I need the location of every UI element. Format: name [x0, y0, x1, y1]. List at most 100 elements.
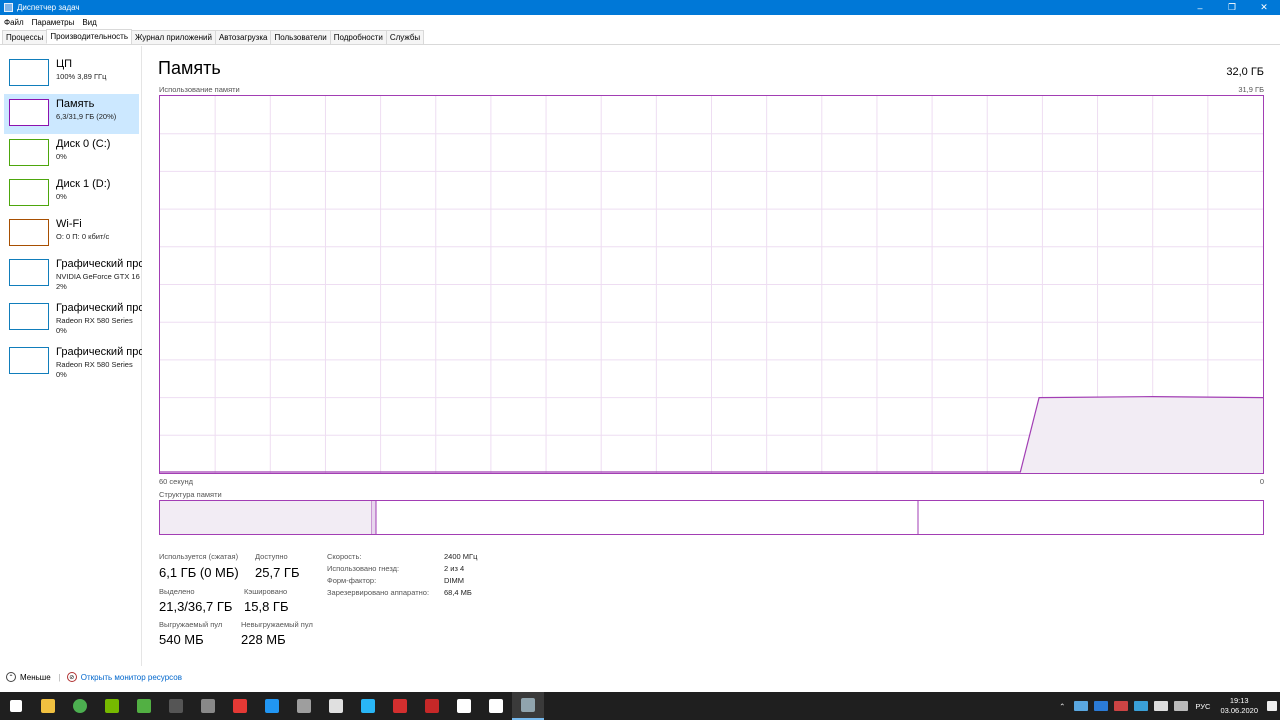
- sidebar-thumbnail-graph: [9, 139, 49, 166]
- sidebar-item-name: ЦП: [56, 58, 73, 70]
- red-app-icon[interactable]: [416, 692, 448, 720]
- committed-label: Выделено: [159, 587, 195, 596]
- system-tray: ⌃ РУС 19:13 03.06.2020: [1059, 692, 1280, 720]
- struct-in-use: [160, 501, 372, 534]
- reserved-label: Зарезервировано аппаратно:: [327, 588, 430, 597]
- page-title: Память: [158, 58, 221, 78]
- fewer-details-button[interactable]: Меньше: [20, 673, 51, 682]
- tab-bar: Процессы Производительность Журнал прило…: [0, 29, 1280, 45]
- game-icon[interactable]: [320, 692, 352, 720]
- menu-options[interactable]: Параметры: [32, 18, 75, 27]
- sidebar-item-name: Диск 0 (C:): [56, 138, 111, 150]
- tab-performance[interactable]: Производительность: [46, 29, 132, 44]
- sidebar-item-detail-line: Radeon RX 580 Series: [56, 316, 133, 325]
- tab-details[interactable]: Подробности: [329, 30, 387, 44]
- graph-max-label: 31,9 ГБ: [1238, 85, 1264, 94]
- sidebar-thumbnail-graph: [9, 259, 49, 286]
- tray-red-icon[interactable]: [1114, 701, 1129, 711]
- tab-services[interactable]: Службы: [385, 30, 425, 44]
- sidebar-item-3[interactable]: Диск 1 (D:) 0%: [4, 174, 139, 214]
- sidebar-item-detail-line: NVIDIA GeForce GTX 16: [56, 272, 140, 281]
- time-axis-label: 60 секунд: [159, 477, 193, 486]
- sidebar-item-6[interactable]: Графический про Radeon RX 580 Series 0%: [4, 298, 142, 338]
- tab-app-history[interactable]: Журнал приложений: [131, 30, 216, 44]
- sidebar-item-name: Графический про: [56, 302, 142, 314]
- sidebar-item-7[interactable]: Графический про Radeon RX 580 Series 0%: [4, 342, 142, 382]
- bluetooth-icon[interactable]: [1094, 701, 1109, 711]
- footer-divider: |: [58, 672, 61, 682]
- minimize-button[interactable]: –: [1184, 0, 1216, 15]
- sidebar-item-2[interactable]: Диск 0 (C:) 0%: [4, 134, 139, 174]
- resource-monitor-icon: ⊘: [66, 672, 77, 682]
- xbox-icon[interactable]: [128, 692, 160, 720]
- sidebar-item-detail-line: 0%: [56, 326, 67, 335]
- tab-startup[interactable]: Автозагрузка: [214, 30, 272, 44]
- memory-usage-area: [1020, 396, 1263, 473]
- memory-structure-bar: [159, 500, 1264, 535]
- maximize-button[interactable]: ❐: [1216, 0, 1248, 15]
- sidebar-item-5[interactable]: Графический про NVIDIA GeForce GTX 16 2%: [4, 254, 142, 294]
- clock[interactable]: 19:13 03.06.2020: [1220, 696, 1258, 716]
- sidebar-thumbnail-graph: [9, 219, 49, 246]
- nonpaged-pool-label: Невыгружаемый пул: [241, 620, 313, 629]
- nvidia-icon[interactable]: [96, 692, 128, 720]
- language-indicator[interactable]: РУС: [1195, 702, 1210, 711]
- struct-modified: [372, 501, 376, 534]
- memory-usage-graph: [159, 95, 1264, 474]
- notepad-icon[interactable]: [448, 692, 480, 720]
- sidebar-item-0[interactable]: ЦП 100% 3,89 ГГц: [4, 54, 139, 94]
- sidebar-item-name: Память: [56, 98, 95, 110]
- app-icon[interactable]: [352, 692, 384, 720]
- tab-users[interactable]: Пользователи: [270, 30, 331, 44]
- teamviewer-icon[interactable]: [256, 692, 288, 720]
- calculator-icon[interactable]: [192, 692, 224, 720]
- sidebar-item-detail: NVIDIA GeForce GTX 16 2%: [56, 272, 142, 292]
- sidebar-item-detail: 6,3/31,9 ГБ (20%): [56, 112, 142, 122]
- sidebar-thumbnail-graph: [9, 59, 49, 86]
- windows-start-icon[interactable]: [0, 692, 32, 720]
- menu-view[interactable]: Вид: [82, 18, 96, 27]
- epic-games-icon[interactable]: [160, 692, 192, 720]
- adobe-icon[interactable]: [384, 692, 416, 720]
- chevron-up-icon[interactable]: ⌃: [1059, 702, 1065, 711]
- memory-usage-chart: [160, 96, 1264, 473]
- close-button[interactable]: ✕: [1248, 0, 1280, 15]
- speed-value: 2400 МГц: [444, 552, 478, 561]
- title-bar: Диспетчер задач – ❐ ✕: [0, 0, 1280, 15]
- chrome-icon[interactable]: [64, 692, 96, 720]
- available-label: Доступно: [255, 552, 288, 561]
- sidebar-item-detail-line: 0%: [56, 192, 67, 201]
- file-explorer-icon[interactable]: [32, 692, 64, 720]
- clock-date: 03.06.2020: [1220, 706, 1258, 715]
- paged-pool-value: 540 МБ: [159, 632, 204, 647]
- notifications-icon[interactable]: [1267, 701, 1277, 711]
- volume-icon[interactable]: [1174, 701, 1189, 711]
- in-use-label: Используется (сжатая): [159, 552, 239, 561]
- menu-bar: Файл Параметры Вид: [0, 15, 1280, 30]
- tray-app-icon[interactable]: [1074, 701, 1089, 711]
- network-icon[interactable]: [1154, 701, 1169, 711]
- tray-blue-icon[interactable]: [1134, 701, 1149, 711]
- sidebar-item-detail: 0%: [56, 192, 142, 202]
- reserved-value: 68,4 МБ: [444, 588, 472, 597]
- sidebar-item-4[interactable]: Wi-Fi О: 0 П: 0 кбит/с: [4, 214, 139, 254]
- editor-icon[interactable]: [480, 692, 512, 720]
- sidebar-item-name: Диск 1 (D:): [56, 178, 111, 190]
- sidebar-item-name: Wi-Fi: [56, 218, 82, 230]
- sidebar-item-1[interactable]: Память 6,3/31,9 ГБ (20%): [4, 94, 139, 134]
- sidebar-thumbnail-graph: [9, 179, 49, 206]
- medical-icon[interactable]: [224, 692, 256, 720]
- time-axis-end: 0: [1259, 477, 1264, 486]
- document-icon[interactable]: [288, 692, 320, 720]
- open-resource-monitor-link[interactable]: Открыть монитор ресурсов: [81, 673, 182, 682]
- nonpaged-pool-value: 228 МБ: [241, 632, 286, 647]
- sidebar-item-detail-line: 100% 3,89 ГГц: [56, 72, 107, 81]
- task-manager-icon[interactable]: [512, 692, 544, 720]
- sidebar-thumbnail-graph: [9, 303, 49, 330]
- menu-file[interactable]: Файл: [4, 18, 24, 27]
- sidebar-item-detail-line: 2%: [56, 282, 67, 291]
- chevron-up-icon[interactable]: ⌃: [6, 672, 16, 682]
- in-use-value: 6,1 ГБ (0 МБ): [159, 565, 239, 580]
- tab-processes[interactable]: Процессы: [2, 30, 48, 44]
- speed-label: Скорость:: [327, 552, 362, 561]
